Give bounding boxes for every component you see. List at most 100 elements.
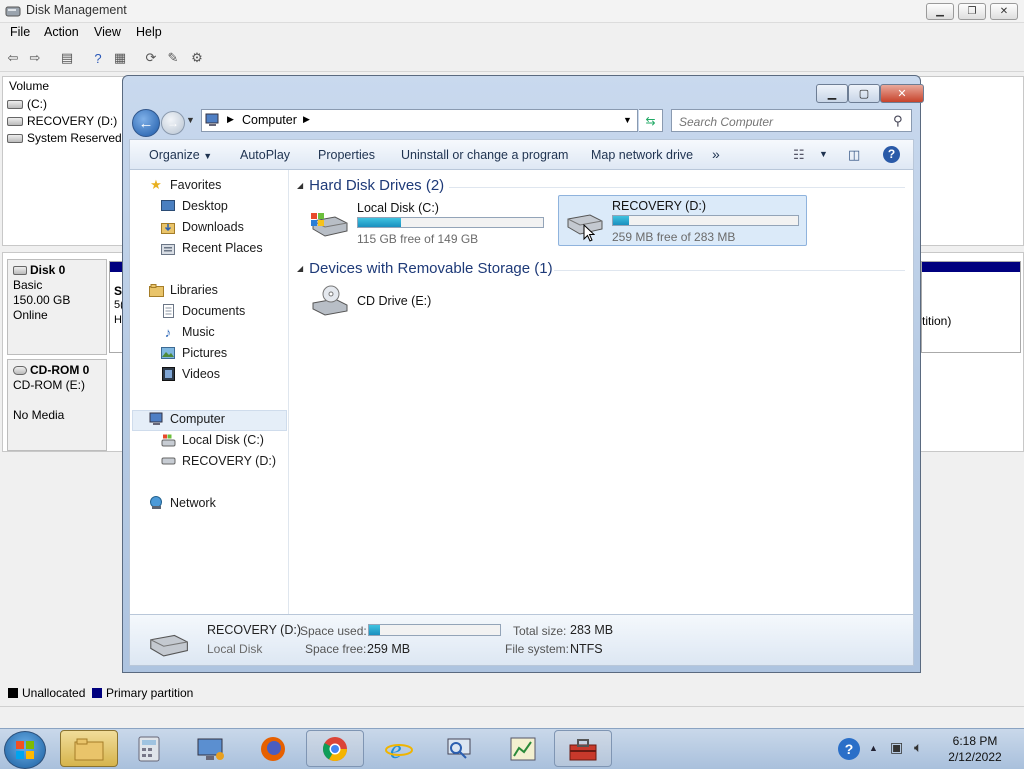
rescan-icon[interactable]: ✎ <box>165 50 181 66</box>
menu-action[interactable]: Action <box>44 25 79 39</box>
nav-computer[interactable]: Computer <box>148 411 225 427</box>
nav-pictures[interactable]: Pictures <box>160 345 227 361</box>
nav-downloads[interactable]: Downloads <box>160 219 244 235</box>
refresh-icon[interactable]: ⟳ <box>143 50 159 66</box>
taskbar-internet-explorer[interactable]: e <box>370 730 428 767</box>
cd-drive-tile[interactable]: CD Drive (E:) <box>303 280 503 332</box>
explorer-window: ▁ ▢ ✕ ← → ▼ ▶ Computer ▶ ▼ ⇆ ⚲ Organize … <box>122 75 924 673</box>
help-book-icon[interactable]: ? <box>90 50 106 66</box>
nav-music[interactable]: ♪ Music <box>160 324 215 340</box>
start-button[interactable] <box>4 731 46 769</box>
film-icon <box>160 366 176 382</box>
search-icon[interactable]: ⚲ <box>893 113 903 129</box>
windows-drive-icon <box>160 432 176 448</box>
group-header-removable[interactable]: ◢ Devices with Removable Storage (1) <box>297 260 553 277</box>
nav-recovery-d[interactable]: RECOVERY (D:) <box>160 453 276 469</box>
minimize-button[interactable]: ▁ <box>816 84 848 103</box>
nav-label: Music <box>182 325 215 339</box>
taskbar-network-monitor[interactable] <box>430 730 488 767</box>
back-button[interactable]: ← <box>132 109 160 137</box>
taskbar-remote-desktop[interactable] <box>182 730 240 767</box>
taskbar-chrome[interactable] <box>306 730 364 767</box>
settings-icon[interactable]: ⚙ <box>189 50 205 66</box>
nav-recent-places[interactable]: Recent Places <box>160 240 263 256</box>
forward-arrow-icon[interactable]: ⇨ <box>27 50 43 66</box>
volume-row[interactable]: System Reserved <box>7 131 122 145</box>
help-notification-icon[interactable]: ? <box>838 738 860 760</box>
legend: Unallocated Primary partition <box>0 684 1024 702</box>
breadcrumb-chevron-icon[interactable]: ▶ <box>227 114 234 125</box>
drive-tile-c[interactable]: Local Disk (C:) 115 GB free of 149 GB <box>303 197 553 249</box>
organize-button[interactable]: Organize ▼ <box>149 148 212 162</box>
refresh-button[interactable]: ⇆ <box>639 109 663 132</box>
map-network-drive-button[interactable]: Map network drive <box>591 148 693 162</box>
volume-row[interactable]: (C:) <box>7 97 47 111</box>
clock-date: 2/12/2022 <box>948 750 1002 764</box>
back-arrow-icon: ← <box>138 114 154 132</box>
content-pane: ◢ Hard Disk Drives (2) Local Disk (C:) 1… <box>289 170 913 614</box>
taskbar-chart-app[interactable] <box>494 730 552 767</box>
collapse-triangle-icon[interactable]: ◢ <box>297 264 303 273</box>
taskbar-calculator[interactable] <box>120 730 178 767</box>
breadcrumb-computer[interactable]: Computer <box>242 113 297 127</box>
legend-unallocated: Unallocated <box>8 686 85 700</box>
nav-videos[interactable]: Videos <box>160 366 220 382</box>
menu-view[interactable]: View <box>94 25 121 39</box>
taskbar-toolbox[interactable] <box>554 730 612 767</box>
address-bar[interactable]: ▶ Computer ▶ ▼ <box>201 109 638 132</box>
disk-0-label[interactable]: Disk 0 Basic 150.00 GB Online <box>7 259 107 355</box>
nav-label: Desktop <box>182 199 228 213</box>
change-view-icon[interactable]: ☷ <box>793 147 805 163</box>
libraries-icon <box>148 282 164 298</box>
menu-help[interactable]: Help <box>136 25 162 39</box>
restore-button[interactable]: ❐ <box>958 3 986 20</box>
nav-local-disk-c[interactable]: Local Disk (C:) <box>160 432 264 448</box>
search-input[interactable] <box>677 112 881 131</box>
view-dropdown-icon[interactable]: ▼ <box>819 149 828 159</box>
volume-speaker-icon[interactable]: 🔈︎ <box>914 739 922 756</box>
nav-label: Local Disk (C:) <box>182 433 264 447</box>
properties-button[interactable]: Properties <box>318 148 375 162</box>
drive-tile-d[interactable]: RECOVERY (D:) 259 MB free of 283 MB <box>558 195 807 246</box>
primary-swatch <box>92 688 102 698</box>
autoplay-button[interactable]: AutoPlay <box>240 148 290 162</box>
forward-button[interactable]: → <box>161 111 185 135</box>
show-hidden-icons-chevron-icon[interactable]: ▲ <box>869 743 878 753</box>
group-header-hard-disk[interactable]: ◢ Hard Disk Drives (2) <box>297 177 444 194</box>
back-arrow-icon[interactable]: ⇦ <box>5 50 21 66</box>
minimize-button[interactable]: ▁ <box>926 3 954 20</box>
search-box[interactable]: ⚲ <box>671 109 912 132</box>
breadcrumb-chevron-icon[interactable]: ▶ <box>303 114 310 125</box>
system-clock[interactable]: 6:18 PM 2/12/2022 <box>940 733 1010 765</box>
nav-desktop[interactable]: Desktop <box>160 198 228 214</box>
network-tray-icon[interactable]: ▣ <box>890 739 903 756</box>
cdrom-0-label[interactable]: CD-ROM 0 CD-ROM (E:) No Media <box>7 359 107 451</box>
drive-usage-bar <box>612 215 799 226</box>
collapse-triangle-icon[interactable]: ◢ <box>297 181 303 190</box>
disk-management-icon <box>5 4 21 21</box>
nav-favorites[interactable]: ★ Favorites <box>148 177 221 193</box>
uninstall-program-button[interactable]: Uninstall or change a program <box>401 148 568 162</box>
close-button[interactable]: ✕ <box>880 84 924 103</box>
nav-libraries[interactable]: Libraries <box>148 282 218 298</box>
properties-icon[interactable]: ▦ <box>112 50 128 66</box>
maximize-button[interactable]: ▢ <box>848 84 880 103</box>
forward-arrow-icon: → <box>167 116 179 130</box>
taskbar-explorer[interactable] <box>60 730 118 767</box>
more-commands-button[interactable]: » <box>712 146 720 162</box>
volume-row[interactable]: RECOVERY (D:) <box>7 114 117 128</box>
show-hide-tree-icon[interactable]: ▤ <box>59 50 75 66</box>
recent-pages-dropdown[interactable]: ▼ <box>186 115 195 125</box>
menu-file[interactable]: File <box>10 25 30 39</box>
recovery-partition[interactable]: tition) <box>921 261 1021 353</box>
close-button[interactable]: ✕ <box>990 3 1018 20</box>
address-dropdown-icon[interactable]: ▼ <box>623 115 632 125</box>
nav-network[interactable]: Network <box>148 495 216 511</box>
space-used-bar <box>368 624 501 636</box>
help-icon[interactable]: ? <box>883 146 900 163</box>
nav-documents[interactable]: Documents <box>160 303 245 319</box>
calculator-icon <box>138 736 160 761</box>
taskbar-firefox[interactable] <box>244 730 302 767</box>
drive-name: Local Disk (C:) <box>357 201 439 215</box>
preview-pane-icon[interactable]: ◫ <box>848 147 860 163</box>
